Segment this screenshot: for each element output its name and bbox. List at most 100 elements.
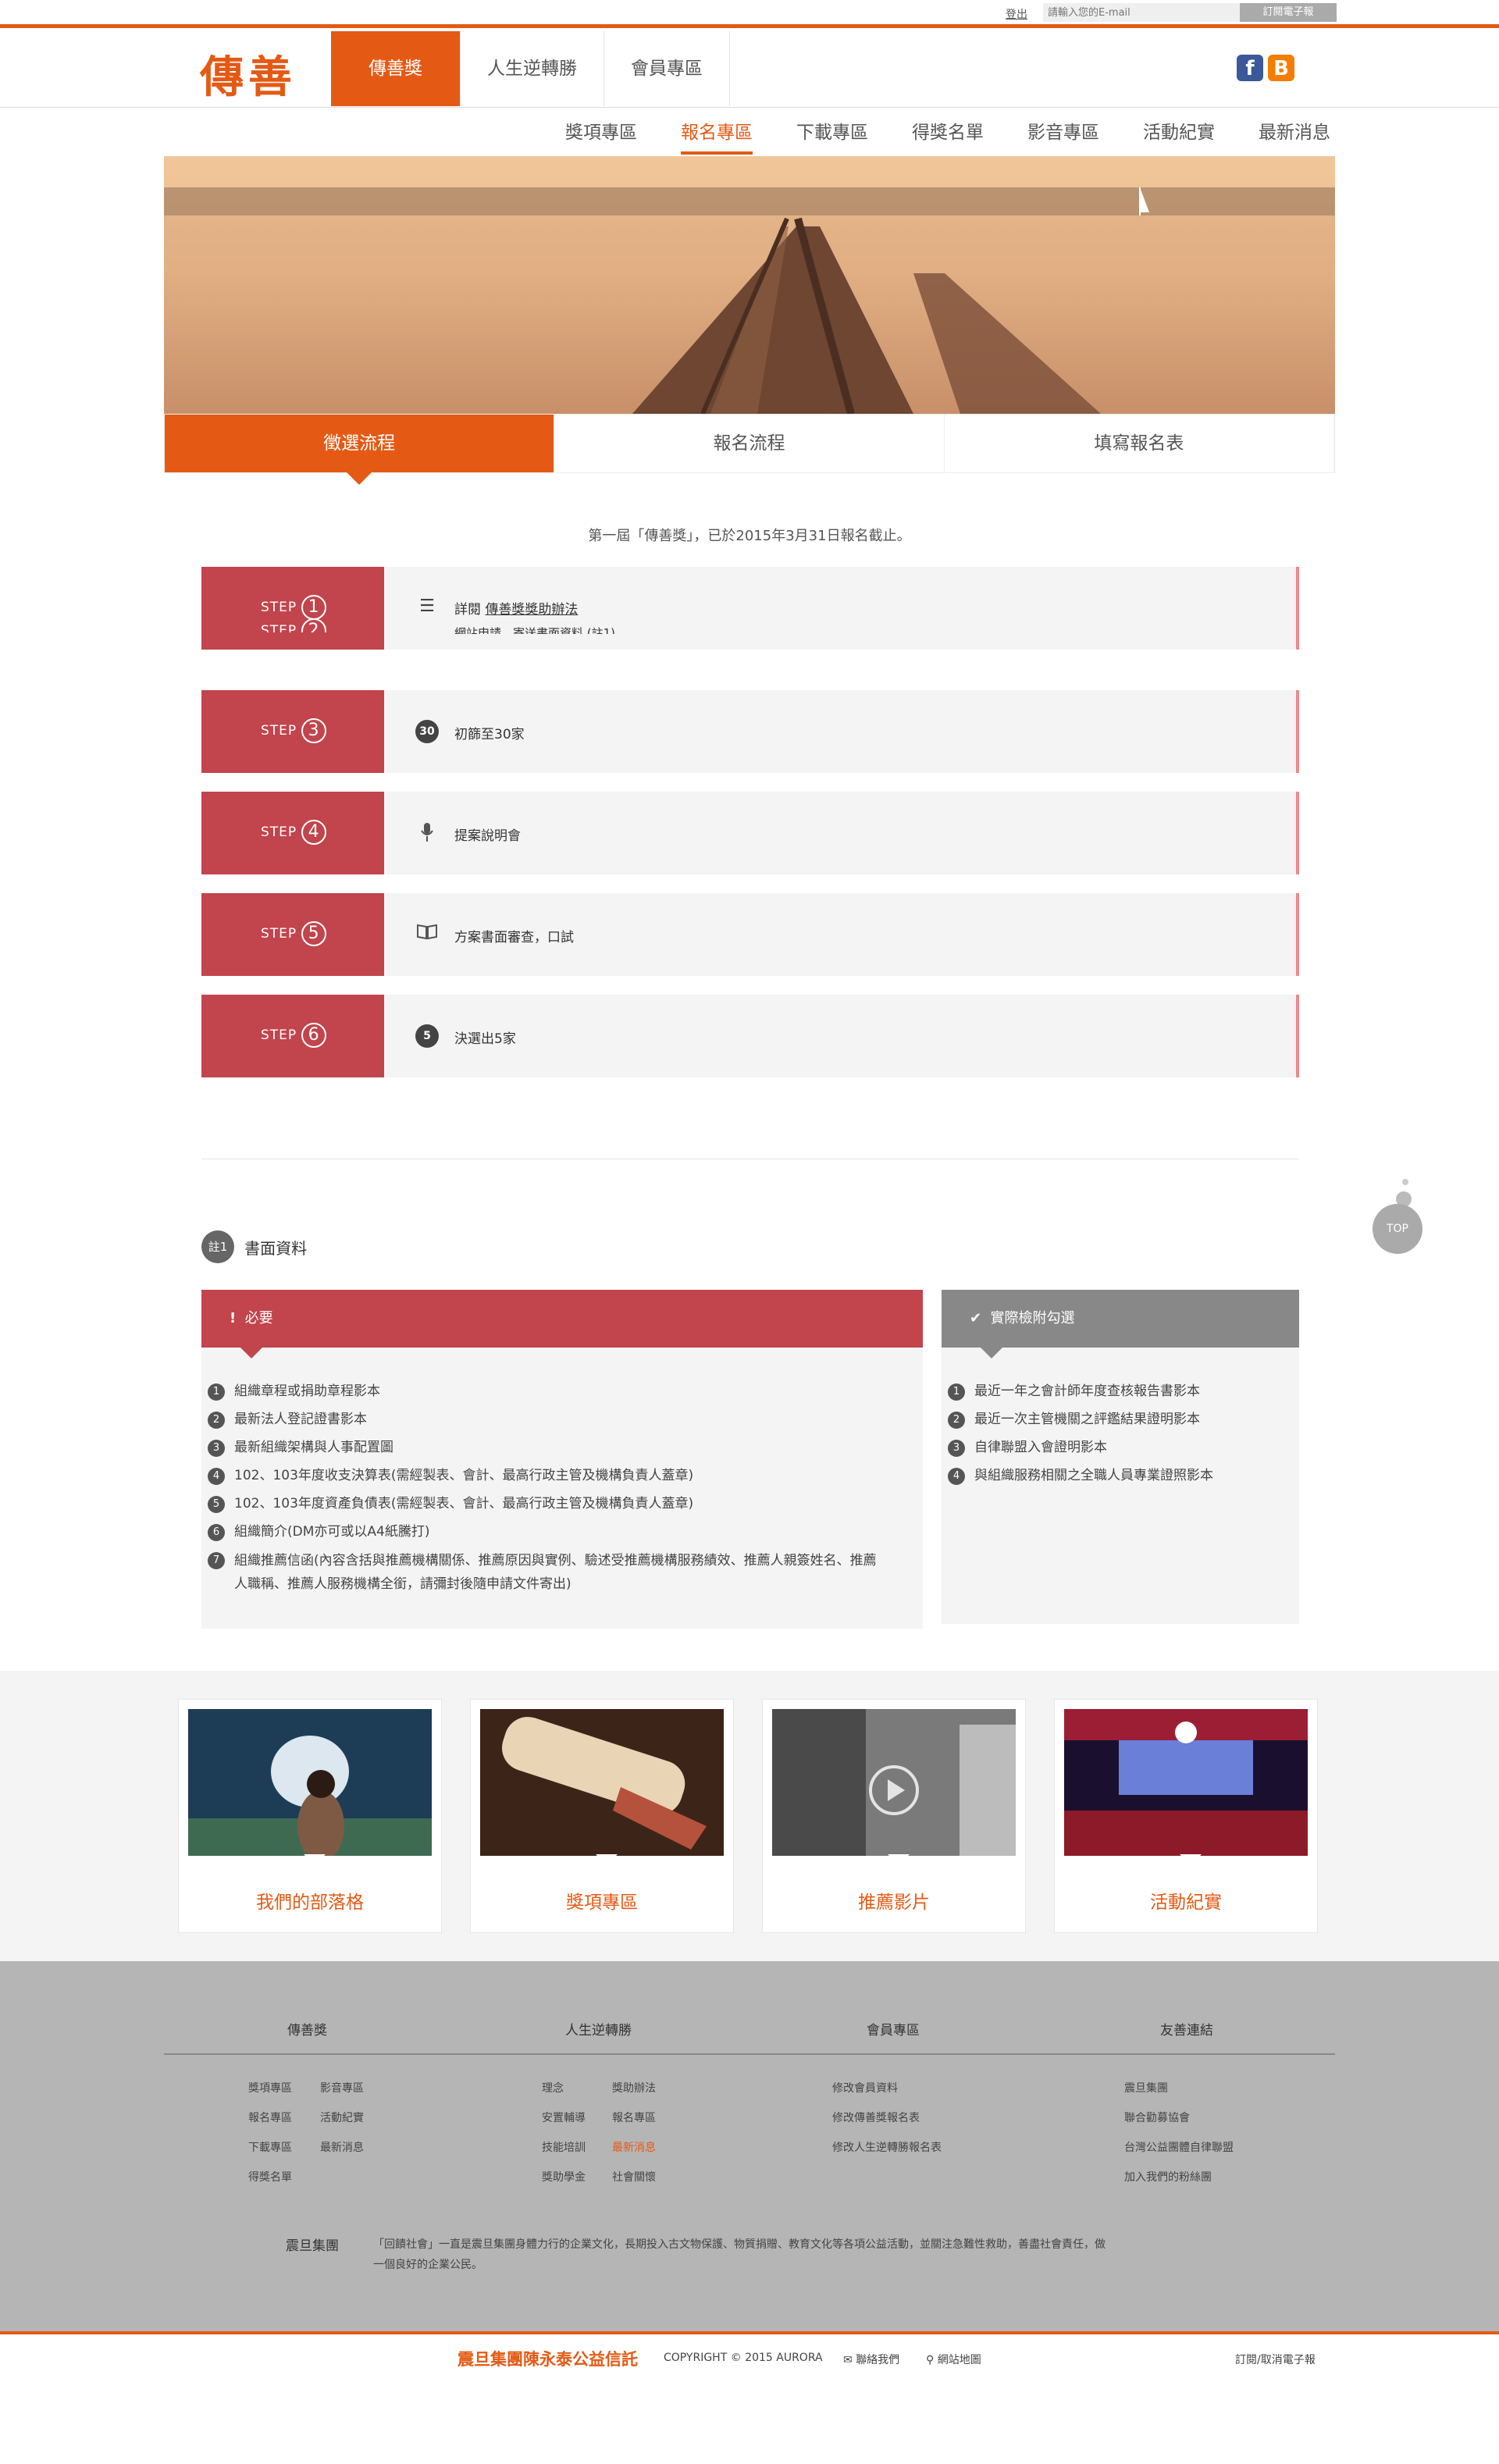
book-icon: [415, 923, 439, 946]
list-item: 2 最近一次主管機關之評鑑結果證明影本: [948, 1405, 1299, 1433]
footer-link[interactable]: 震旦集團: [1124, 2080, 1168, 2095]
facebook-icon[interactable]: f: [1237, 55, 1263, 81]
30-badge-icon: 30: [415, 720, 439, 743]
footer-column-title: 人生逆轉勝: [565, 2023, 632, 2038]
site-logo[interactable]: 傳善: [200, 42, 297, 105]
hero-banner: [164, 156, 1335, 414]
tab-registration-form[interactable]: 填寫報名表: [945, 415, 1334, 472]
video-thumbnail: [772, 1709, 1016, 1856]
exclamation-icon: !: [230, 1310, 237, 1326]
list-item: 3 最新組織架構與人事配置圖: [208, 1433, 923, 1462]
subnav-item[interactable]: 活動紀實: [1143, 117, 1215, 155]
step-number: 6: [301, 1023, 327, 1048]
subscribe-button[interactable]: 訂閱電子報: [1240, 3, 1337, 22]
microphone-icon: [415, 821, 439, 845]
unsubscribe-link[interactable]: 訂閱/取消電子報: [1235, 2352, 1316, 2367]
footer-divider: [164, 2053, 1335, 2055]
list-item: 6 組織簡介(DM亦可或以A4紙騰打): [208, 1518, 923, 1546]
map-pin-icon: ⚲: [926, 2354, 935, 2366]
main-nav: 傳善獎 人生逆轉勝 會員專區: [331, 31, 730, 106]
back-to-top-button[interactable]: TOP: [1373, 1204, 1422, 1254]
copyright-text: COPYRIGHT © 2015 AURORA: [664, 2352, 823, 2364]
step-number: 3: [301, 718, 327, 743]
step-row: STEP 3 30 初篩至30家: [201, 690, 1299, 773]
card-caption: 我們的部落格: [256, 1893, 364, 1913]
step-description: 決選出5家: [454, 1031, 516, 1047]
sitemap-link[interactable]: ⚲ 網站地圖: [926, 2352, 981, 2367]
main-nav-item-member[interactable]: 會員專區: [604, 31, 730, 106]
actual-docs-panel: ✔ 實際檢附勾選 1 最近一年之會計師年度查核報告書影本 2 最近一次主管機關之評鑑…: [942, 1290, 1299, 1624]
footer-link[interactable]: 理念: [542, 2080, 564, 2095]
step-label: STEP 6: [201, 995, 384, 1077]
subnav-item[interactable]: 獎項專區: [565, 117, 637, 155]
list-icon: ☰: [419, 596, 435, 616]
step-description: 詳閱 傳善獎獎助辦法: [454, 602, 579, 618]
list-item: 3 自律聯盟入會證明影本: [948, 1433, 1299, 1462]
footer-link[interactable]: 最新消息: [320, 2139, 364, 2155]
blog-card[interactable]: 我們的部落格: [178, 1699, 442, 1933]
subnav-item[interactable]: 下載專區: [796, 117, 868, 155]
process-tabs: 徵選流程 報名流程 填寫報名表: [164, 414, 1335, 485]
step-accent-bar: [1296, 567, 1299, 650]
note-badge: 註1: [201, 1230, 234, 1263]
tab-selection-process[interactable]: 徵選流程: [165, 415, 555, 485]
footer-link-active[interactable]: 最新消息: [612, 2139, 656, 2155]
list-item: 4 與組織服務相關之全職人員專業證照影本: [948, 1462, 1299, 1490]
footer-link[interactable]: 台灣公益團體自律聯盟: [1124, 2139, 1234, 2155]
step-label-text: STEP: [261, 600, 297, 615]
notice-text: 第一屆「傳善獎」，已於2015年3月31日報名截止。: [588, 528, 911, 544]
main-nav-item-turnaround[interactable]: 人生逆轉勝: [461, 31, 604, 106]
step-label: STEP 4: [201, 792, 384, 874]
step-accent-bar: [1296, 792, 1299, 874]
step-row: STEP 1 STEP 2 ☰ 詳閱 傳善獎獎助辦法 網站申請，寄送書面資料 (註1…: [201, 567, 1299, 650]
step-description: 方案書面審查，口試: [454, 930, 574, 945]
footer-link[interactable]: 獎助學金: [542, 2169, 586, 2184]
tab-registration-process[interactable]: 報名流程: [554, 415, 945, 472]
top-button-dot: [1402, 1179, 1408, 1185]
award-rules-link[interactable]: 傳善獎獎助辦法: [485, 602, 578, 618]
footer-about-title: 震旦集團: [286, 2238, 339, 2254]
required-docs-panel: ! 必要 1 組織章程或捐助章程影本 2 最新法人登記證書影本 3 最新組織架構與人事…: [201, 1290, 923, 1629]
blogger-icon[interactable]: B: [1268, 55, 1294, 81]
footer-link[interactable]: 獎助辦法: [612, 2080, 656, 2095]
footer-link[interactable]: 影音專區: [320, 2080, 364, 2095]
footer-link[interactable]: 社會關懷: [612, 2169, 656, 2184]
step-number: 1: [301, 595, 327, 620]
awards-card[interactable]: 獎項專區: [470, 1699, 734, 1933]
footer-link[interactable]: 報名專區: [248, 2110, 292, 2125]
footer-link[interactable]: 安置輔導: [542, 2110, 586, 2125]
subnav-item[interactable]: 最新消息: [1259, 117, 1330, 155]
scroll-image: [480, 1709, 724, 1856]
docs-title: 書面資料: [244, 1238, 308, 1258]
subnav-item[interactable]: 影音專區: [1027, 117, 1099, 155]
footer-link[interactable]: 修改傳善獎報名表: [832, 2110, 920, 2125]
footer-link[interactable]: 活動紀實: [320, 2110, 364, 2125]
footer-link[interactable]: 加入我們的粉絲團: [1124, 2169, 1212, 2184]
main-nav-item-award[interactable]: 傳善獎: [331, 31, 461, 106]
step-accent-bar: [1296, 893, 1299, 976]
subnav-item[interactable]: 得獎名單: [912, 117, 984, 155]
step-number: 4: [301, 820, 327, 845]
logout-link[interactable]: 登出: [1006, 6, 1027, 22]
footer-link[interactable]: 聯合勸募協會: [1124, 2110, 1190, 2125]
footer-link[interactable]: 獎項專區: [248, 2080, 292, 2095]
footer-link[interactable]: 修改人生逆轉勝報名表: [832, 2139, 942, 2155]
subnav-item-active[interactable]: 報名專區: [681, 117, 753, 155]
step-description: 初篩至30家: [454, 727, 525, 742]
footer-link[interactable]: 修改會員資料: [832, 2080, 898, 2095]
footer-link[interactable]: 技能培訓: [542, 2139, 586, 2155]
email-input[interactable]: [1043, 3, 1240, 22]
utility-bar: 登出 訂閱電子報: [0, 0, 1499, 28]
required-docs-header: ! 必要: [201, 1290, 923, 1358]
footer-link[interactable]: 報名專區: [612, 2110, 656, 2125]
footer-link[interactable]: 得獎名單: [248, 2169, 292, 2184]
list-item: 1 最近一年之會計師年度查核報告書影本: [948, 1377, 1299, 1405]
contact-link[interactable]: ✉ 聯絡我們: [843, 2352, 899, 2367]
footer-link[interactable]: 下載專區: [248, 2139, 292, 2155]
videos-card[interactable]: 推薦影片: [762, 1699, 1026, 1933]
events-card[interactable]: 活動紀實: [1054, 1699, 1318, 1933]
step-label: STEP 5: [201, 893, 384, 976]
sub-nav: 獎項專區 報名專區 下載專區 得獎名單 影音專區 活動紀實 最新消息: [565, 117, 1374, 155]
footer-column-title: 友善連結: [1160, 2023, 1213, 2038]
list-item: 7 組織推薦信函(內容含括與推薦機構關係、推薦原因與實例、驗述受推薦機構服務績效、…: [208, 1546, 879, 1596]
